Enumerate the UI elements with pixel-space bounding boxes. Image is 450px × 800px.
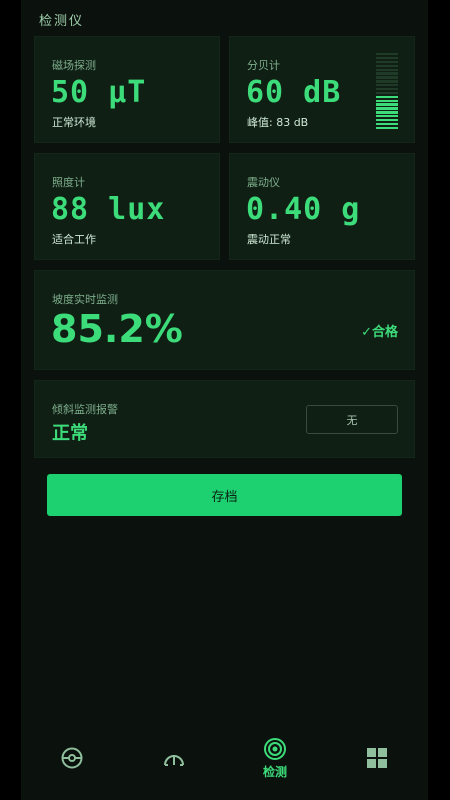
nav-item-protractor[interactable]: [134, 730, 214, 786]
slope-card[interactable]: 坡度实时监测 85.2% ✓合格: [34, 270, 415, 370]
level-segment: [376, 115, 398, 118]
grid-icon: [367, 748, 387, 768]
level-segment: [376, 91, 398, 95]
level-segment: [376, 68, 398, 71]
level-segment: [376, 87, 398, 91]
radar-icon: [264, 737, 286, 760]
level-segment: [376, 111, 398, 114]
slope-result-badge: ✓合格: [361, 325, 398, 340]
level-segment: [376, 84, 398, 87]
decibel-level-meter: [376, 53, 398, 129]
lux-status: 适合工作: [52, 233, 96, 246]
level-segment: [376, 99, 398, 102]
tilt-state: 正常: [52, 423, 88, 444]
slope-label: 坡度实时监测: [52, 293, 118, 306]
magnetic-status: 正常环境: [52, 116, 96, 129]
level-segment: [376, 56, 398, 60]
bottom-nav: 检测: [21, 730, 428, 790]
level-segment: [376, 72, 398, 75]
nav-detect-label: 检测: [262, 764, 287, 779]
decibel-label: 分贝计: [247, 59, 280, 72]
vibration-card[interactable]: 震动仪 0.40 g 震动正常: [229, 153, 415, 260]
save-button[interactable]: 存档: [47, 474, 402, 516]
level-segment: [376, 60, 398, 64]
vibration-status: 震动正常: [247, 233, 291, 246]
lux-value: 88 lux: [51, 192, 166, 227]
decibel-card[interactable]: 分贝计 60 dB 峰值: 83 dB: [229, 36, 415, 143]
vibration-label: 震动仪: [247, 176, 280, 189]
alarm-select-button[interactable]: 无: [306, 405, 398, 434]
nav-item-grid[interactable]: [337, 730, 417, 786]
vibration-value: 0.40 g: [246, 192, 361, 227]
tilt-label: 倾斜监测报警: [52, 403, 118, 416]
level-segment: [376, 76, 398, 79]
level-segment: [376, 64, 398, 67]
level-segment: [376, 103, 398, 106]
magnetic-card[interactable]: 磁场探测 50 μT 正常环境: [34, 36, 220, 143]
level-segment: [376, 107, 398, 110]
nav-item-detect[interactable]: 检测: [235, 730, 315, 786]
slope-value: 85.2%: [51, 307, 183, 351]
level-segment: [376, 126, 398, 129]
lux-label: 照度计: [52, 176, 85, 189]
nav-item-compass[interactable]: [32, 730, 112, 786]
page-title: 检测仪: [39, 14, 85, 29]
decibel-value: 60 dB: [246, 75, 342, 110]
protractor-icon: [164, 755, 184, 766]
level-segment: [376, 118, 398, 122]
decibel-peak: 峰值: 83 dB: [247, 116, 309, 129]
level-segment: [376, 53, 398, 56]
right-edge: [428, 0, 450, 800]
app-screen: 检测仪 磁场探测 50 μT 正常环境 分贝计 60 dB 峰值: 83 dB …: [21, 0, 428, 800]
magnetic-value: 50 μT: [51, 75, 147, 110]
left-edge: [0, 0, 21, 800]
level-segment: [376, 95, 398, 98]
tilt-alarm-card: 倾斜监测报警 正常 无: [34, 380, 415, 458]
magnetic-label: 磁场探测: [52, 59, 96, 72]
level-segment: [376, 122, 398, 126]
level-segment: [376, 80, 398, 83]
compass-icon: [61, 747, 83, 769]
lux-card[interactable]: 照度计 88 lux 适合工作: [34, 153, 220, 260]
